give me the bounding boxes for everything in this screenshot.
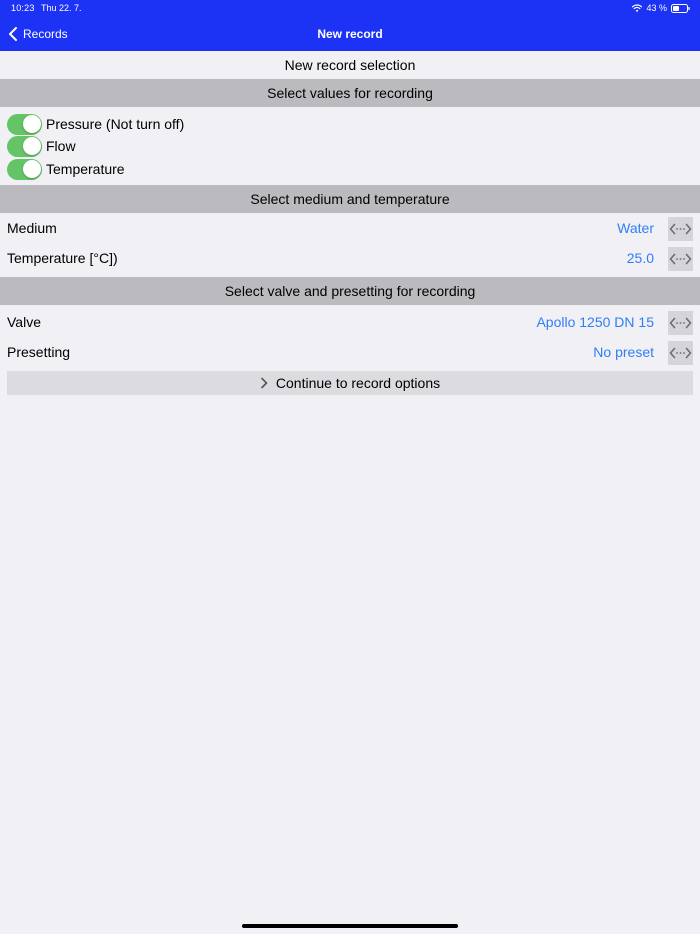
section-header-valve: Select valve and presetting for recordin…: [0, 277, 700, 305]
medium-value[interactable]: Water: [617, 220, 654, 236]
toggle-label-flow: Flow: [46, 138, 76, 154]
continue-label: Continue to record options: [275, 375, 441, 391]
temperature-label: Temperature [°C]): [7, 250, 118, 266]
temperature-row: Temperature [°C]) 25.0: [0, 246, 700, 272]
pressure-switch[interactable]: [7, 113, 42, 135]
status-indicators: 43 %: [632, 2, 690, 14]
presetting-label: Presetting: [7, 344, 71, 360]
switch-knob: [22, 137, 41, 155]
toggle-row-temperature: Temperature: [7, 158, 125, 180]
presetting-row: Presetting No preset: [0, 340, 700, 366]
swap-horizontal-icon: [669, 223, 692, 235]
battery-percent: 43 %: [646, 3, 667, 13]
temperature-swap-button[interactable]: [668, 247, 693, 271]
swap-horizontal-icon: [669, 317, 692, 329]
toggle-label-pressure: Pressure (Not turn off): [46, 116, 185, 132]
medium-row: Medium Water: [0, 216, 700, 242]
continue-button[interactable]: Continue to record options: [7, 371, 693, 395]
page-subtitle: New record selection: [0, 51, 700, 79]
section-header-medium: Select medium and temperature: [0, 185, 700, 213]
section-header-values: Select values for recording: [0, 79, 700, 107]
chevron-right-icon: [261, 377, 268, 389]
valve-label: Valve: [7, 314, 41, 330]
temperature-value[interactable]: 25.0: [627, 250, 654, 266]
status-date: Thu 22. 7.: [41, 3, 82, 13]
temperature-switch[interactable]: [7, 158, 42, 180]
switch-knob: [22, 115, 41, 133]
switch-knob: [22, 160, 41, 178]
presetting-value[interactable]: No preset: [593, 344, 654, 360]
valve-swap-button[interactable]: [668, 311, 693, 335]
toggle-row-pressure: Pressure (Not turn off): [7, 113, 184, 135]
home-indicator: [242, 924, 458, 928]
medium-swap-button[interactable]: [668, 217, 693, 241]
nav-title: New record: [317, 27, 383, 41]
flow-switch[interactable]: [7, 135, 42, 157]
presetting-swap-button[interactable]: [668, 341, 693, 365]
toggle-row-flow: Flow: [7, 135, 76, 157]
toggle-label-temperature: Temperature: [46, 161, 125, 177]
status-time: 10:23: [11, 3, 35, 13]
swap-horizontal-icon: [669, 347, 692, 359]
wifi-icon: [632, 4, 643, 12]
swap-horizontal-icon: [669, 253, 692, 265]
medium-label: Medium: [7, 220, 57, 236]
navigation-bar: 10:23 Thu 22. 7. 43 % Records New record: [0, 0, 700, 51]
valve-row: Valve Apollo 1250 DN 15: [0, 310, 700, 336]
battery-icon: [671, 3, 690, 13]
valve-value[interactable]: Apollo 1250 DN 15: [536, 314, 654, 330]
